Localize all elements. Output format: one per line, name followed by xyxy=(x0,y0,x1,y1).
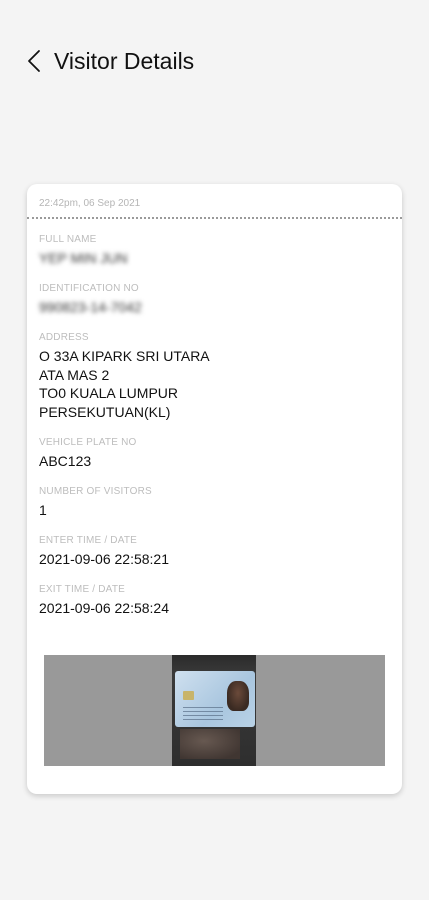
field-exit-time: EXIT TIME / DATE 2021-09-06 22:58:24 xyxy=(39,584,169,618)
field-label: ENTER TIME / DATE xyxy=(39,535,138,546)
field-label: FULL NAME xyxy=(39,234,97,245)
field-full-name: FULL NAME YEP MIN JUN xyxy=(39,234,127,268)
page-title: Visitor Details xyxy=(54,47,195,74)
id-face-photo xyxy=(227,681,249,711)
hand-shadow xyxy=(180,729,240,759)
field-identification-no: IDENTIFICATION NO 990823-14-7042 xyxy=(39,283,142,317)
visitor-details-card: 22:42pm, 06 Sep 2021 FULL NAME YEP MIN J… xyxy=(27,184,402,794)
record-timestamp: 22:42pm, 06 Sep 2021 xyxy=(39,198,141,209)
field-address: ADDRESS O 33A KIPARK SRI UTARA ATA MAS 2… xyxy=(39,332,210,421)
field-label: VEHICLE PLATE NO xyxy=(39,437,137,448)
id-text-lines xyxy=(183,707,223,721)
id-card-image xyxy=(175,671,255,727)
identification-no-value: 990823-14-7042 xyxy=(39,299,142,315)
full-name-value: YEP MIN JUN xyxy=(39,250,128,266)
address-value: O 33A KIPARK SRI UTARA ATA MAS 2 TO0 KUA… xyxy=(39,348,210,420)
id-chip xyxy=(183,691,194,700)
exit-time-value: 2021-09-06 22:58:24 xyxy=(39,600,169,616)
field-label: EXIT TIME / DATE xyxy=(39,584,125,595)
enter-time-value: 2021-09-06 22:58:21 xyxy=(39,551,169,567)
field-number-of-visitors: NUMBER OF VISITORS 1 xyxy=(39,486,152,520)
field-label: ADDRESS xyxy=(39,332,89,343)
number-of-visitors-value: 1 xyxy=(39,502,47,518)
dotted-divider xyxy=(27,217,402,219)
vehicle-plate-value: ABC123 xyxy=(39,453,92,469)
back-button[interactable] xyxy=(14,41,54,81)
chevron-left-icon xyxy=(28,50,40,72)
field-label: IDENTIFICATION NO xyxy=(39,283,139,294)
header-bar: Visitor Details xyxy=(0,36,429,86)
id-photo-container[interactable] xyxy=(44,655,385,766)
field-vehicle-plate-no: VEHICLE PLATE NO ABC123 xyxy=(39,437,137,471)
id-card-photo[interactable] xyxy=(172,655,256,766)
field-label: NUMBER OF VISITORS xyxy=(39,486,152,497)
field-enter-time: ENTER TIME / DATE 2021-09-06 22:58:21 xyxy=(39,535,169,569)
